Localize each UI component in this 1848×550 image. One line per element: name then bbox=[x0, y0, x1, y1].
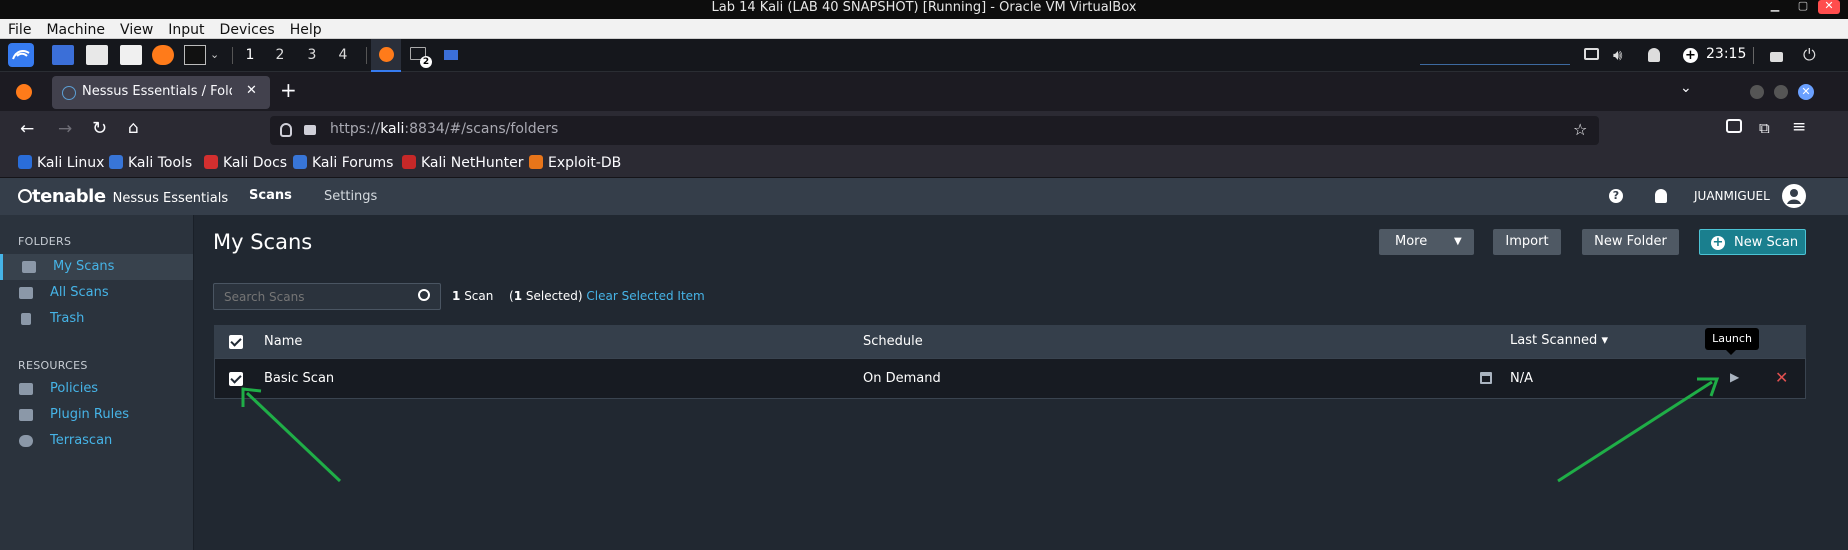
arrow-to-launch bbox=[1557, 380, 1713, 483]
annotation-arrows bbox=[241, 377, 1720, 483]
arrow-head-right bbox=[1697, 377, 1720, 397]
arrow-to-checkbox bbox=[245, 391, 342, 483]
